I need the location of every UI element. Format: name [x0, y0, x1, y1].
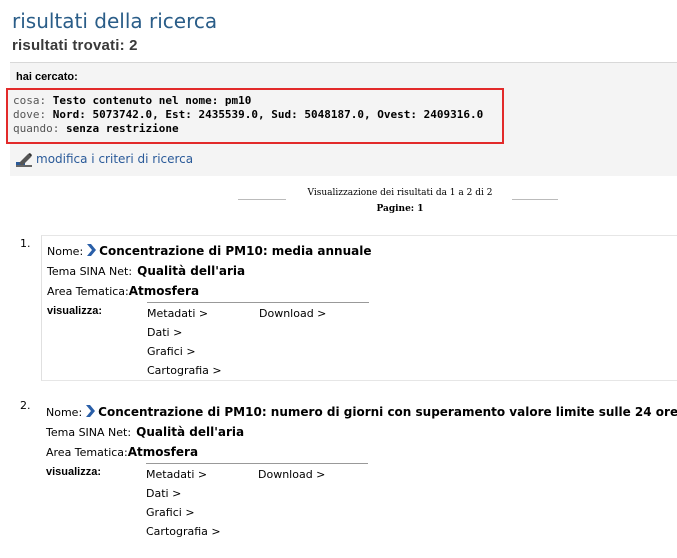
- tema-value: Qualità dell'aria: [136, 425, 245, 439]
- visualizza-rule: [146, 463, 368, 464]
- result-card: Nome: Concentrazione di PM10: media annua…: [41, 235, 677, 381]
- visualizza-rule: [147, 302, 369, 303]
- dati-link[interactable]: Dati >: [146, 487, 181, 500]
- criteria-quando-label: quando:: [13, 122, 60, 135]
- result-area-row: Area Tematica:Atmosfera: [46, 441, 198, 460]
- grafici-link[interactable]: Grafici >: [147, 345, 196, 358]
- result-number: 1.: [20, 237, 31, 250]
- results-count: risultati trovati: 2: [12, 37, 138, 54]
- result-card: Nome: Concentrazione di PM10: numero di g…: [41, 397, 677, 558]
- criteria-quando: quando: senza restrizione: [13, 122, 179, 135]
- search-heading: hai cercato:: [16, 71, 78, 83]
- search-criteria-box: cosa: Testo contenuto nel nome: pm10 dov…: [6, 88, 504, 144]
- page-title: risultati della ricerca: [12, 9, 218, 33]
- result-title-link[interactable]: Concentrazione di PM10: numero di giorni…: [98, 405, 677, 419]
- dati-link[interactable]: Dati >: [147, 326, 182, 339]
- download-link[interactable]: Download >: [259, 307, 326, 320]
- grafici-link[interactable]: Grafici >: [146, 506, 195, 519]
- criteria-quando-value: senza restrizione: [65, 122, 179, 135]
- criteria-dove: dove: Nord: 5073742.0, Est: 2435539.0, S…: [13, 108, 483, 121]
- edit-pencil-icon[interactable]: [16, 153, 32, 167]
- area-label: Area Tematica:: [46, 446, 128, 459]
- tema-label: Tema SINA Net:: [47, 265, 133, 278]
- metadati-link[interactable]: Metadati >: [146, 468, 207, 481]
- visualizza-label: visualizza:: [47, 305, 103, 317]
- area-label: Area Tematica:: [47, 285, 129, 298]
- result-name-row: Nome: Concentrazione di PM10: numero di g…: [46, 401, 677, 420]
- visualizza-label: visualizza:: [46, 466, 102, 478]
- search-summary-panel: hai cercato: cosa: Testo contenuto nel n…: [6, 62, 677, 176]
- result-title-link[interactable]: Concentrazione di PM10: media annuale: [99, 244, 371, 258]
- paging-pages: Pagine: 1: [376, 204, 424, 214]
- criteria-cosa: cosa: Testo contenuto nel nome: pm10: [13, 94, 251, 107]
- paging-rule-left: [238, 199, 286, 200]
- result-tema-row: Tema SINA Net: Qualità dell'aria: [47, 260, 245, 279]
- result-number: 2.: [20, 399, 31, 412]
- modify-search-link[interactable]: modifica i criteri di ricerca: [36, 152, 193, 166]
- criteria-dove-label: dove:: [13, 108, 47, 121]
- cartografia-link[interactable]: Cartografia >: [146, 525, 221, 538]
- tema-label: Tema SINA Net:: [46, 426, 132, 439]
- result-tema-row: Tema SINA Net: Qualità dell'aria: [46, 421, 244, 440]
- paging-summary: Visualizzazione dei risultati da 1 a 2 d…: [307, 188, 493, 198]
- result-name-row: Nome: Concentrazione di PM10: media annua…: [47, 240, 372, 259]
- paging-rule-right: [512, 199, 558, 200]
- cartografia-link[interactable]: Cartografia >: [147, 364, 222, 377]
- chevron-right-icon: [86, 405, 96, 417]
- metadati-link[interactable]: Metadati >: [147, 307, 208, 320]
- chevron-right-icon: [87, 244, 97, 256]
- area-value: Atmosfera: [127, 445, 199, 459]
- tema-value: Qualità dell'aria: [137, 264, 246, 278]
- criteria-dove-value: Nord: 5073742.0, Est: 2435539.0, Sud: 50…: [52, 108, 484, 121]
- result-area-row: Area Tematica:Atmosfera: [47, 280, 199, 299]
- criteria-cosa-label: cosa:: [13, 94, 47, 107]
- name-label: Nome:: [46, 406, 83, 419]
- name-label: Nome:: [47, 245, 84, 258]
- download-link[interactable]: Download >: [258, 468, 325, 481]
- area-value: Atmosfera: [128, 284, 200, 298]
- criteria-cosa-value: Testo contenuto nel nome: pm10: [52, 94, 252, 107]
